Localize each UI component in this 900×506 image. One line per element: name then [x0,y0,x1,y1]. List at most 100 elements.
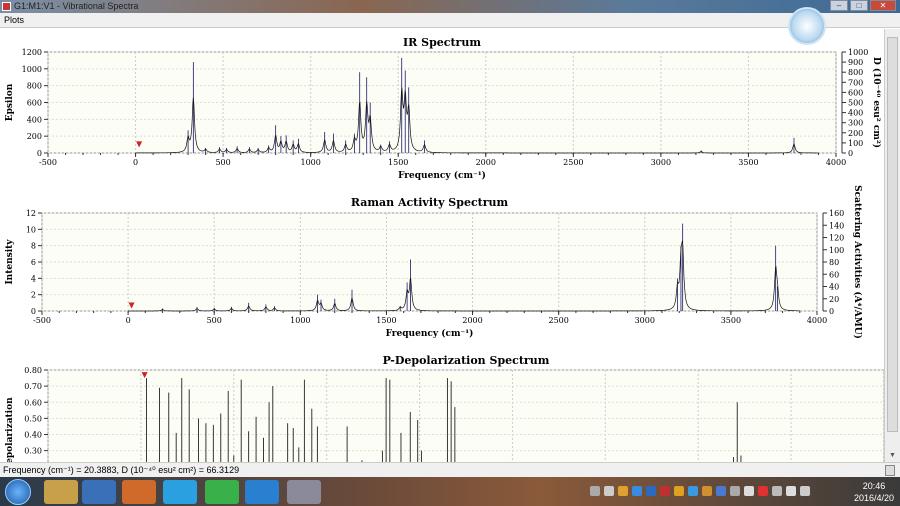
raman-xlabel: Frequency (cm⁻¹) [386,328,474,339]
raman-y2tick-label: 0 [829,307,834,316]
raman-xtick-label: -500 [33,316,51,325]
ir-y2tick-label: 300 [848,119,863,128]
scrollbar-thumb[interactable] [887,37,898,432]
menu-bar: Plots [0,13,900,28]
taskbar-app-icon[interactable] [245,480,279,504]
ir-xtick-label: 1500 [388,158,408,167]
clock-date: 2016/4/20 [853,493,894,503]
raman-ytick-label: 8 [31,242,36,251]
ir-y2tick-label: 200 [848,129,863,138]
ir-xtick-label: 1000 [300,158,320,167]
taskbar-media-icon[interactable] [122,480,156,504]
start-button[interactable] [5,479,31,505]
raman-y2tick-label: 140 [829,221,844,230]
vertical-scrollbar[interactable]: ▼ [884,29,900,462]
ir-ytick-label: 1200 [22,48,42,57]
raman-y2label: Scattering Activities (A⁴/AMU) [852,185,863,339]
raman-y2tick-label: 20 [829,295,839,304]
ir-ylabel: Epsilon [5,83,15,121]
ir-xtick-label: 3000 [651,158,671,167]
ir-title: IR Spectrum [403,36,481,49]
ir-y2label: D (10⁻⁴⁰ esu² cm²) [871,57,882,148]
raman-y2tick-label: 160 [829,209,844,218]
depol-ylabel: Depolarization [5,397,15,462]
raman-xtick-label: 1000 [290,316,310,325]
close-button[interactable]: ✕ [870,0,896,11]
raman-xtick-label: 500 [207,316,222,325]
spectra-area: IR Spectrum 0 200 400 600 800 1000 1200 0 100 200 3… [0,29,885,500]
raman-y2tick-label: 100 [829,246,844,255]
depol-ytick-label: 0.50 [24,414,42,423]
ir-xtick-label: 4000 [826,158,846,167]
ir-xtick-label: -500 [39,158,57,167]
app-icon [2,2,11,11]
ir-xtick-label: 3500 [738,158,758,167]
bird-logo-icon [788,7,826,45]
depol-ytick-label: 0.70 [24,382,42,391]
raman-ytick-label: 6 [31,258,36,267]
taskbar-ie-icon[interactable] [82,480,116,504]
depol-chart: P-Depolarization Spectrum0.200.300.400.5… [5,354,885,500]
system-tray [590,486,810,496]
ir-y2tick-label: 900 [848,58,863,67]
ir-ytick-label: 600 [27,99,42,108]
raman-chart: Raman Activity Spectrum02468101202040608… [5,185,863,339]
raman-xtick-label: 4000 [807,316,827,325]
ir-xtick-label: 2500 [563,158,583,167]
taskbar-cloud-icon[interactable] [163,480,197,504]
ir-y2tick-label: 700 [848,78,863,87]
raman-ytick-label: 2 [31,291,36,300]
raman-xtick-label: 2500 [548,316,568,325]
maximize-button[interactable]: □ [850,0,868,11]
depol-ytick-label: 0.30 [24,447,42,456]
raman-xtick-label: 3500 [721,316,741,325]
ir-chart: IR Spectrum02004006008001000120001002003… [5,36,882,181]
status-readout: Frequency (cm⁻¹) = 20.3883, D (10⁻⁴⁰ esu… [3,465,240,475]
ir-y2tick-label: 600 [848,88,863,97]
raman-y2tick-label: 40 [829,283,839,292]
depol-plot-area [47,369,885,500]
ir-ytick-label: 800 [27,82,42,91]
resize-grip-icon[interactable] [885,465,895,476]
ir-y2tick-label: 1000 [848,48,868,57]
raman-ytick-label: 10 [26,225,36,234]
ir-y2tick-label: 100 [848,139,863,148]
clock-time: 20:46 [862,481,886,491]
raman-ylabel: Intensity [5,239,15,285]
raman-ytick-label: 4 [31,274,36,283]
spectra-plots: IR Spectrum02004006008001000120001002003… [5,36,885,500]
scroll-down-arrow-icon[interactable]: ▼ [889,452,896,459]
raman-y2tick-label: 80 [829,258,839,267]
ir-y2tick-label: 500 [848,99,863,108]
window-title: G1:M1:V1 - Vibrational Spectra [14,1,139,11]
raman-ytick-label: 12 [26,209,36,218]
minimize-button[interactable]: – [830,0,848,11]
ir-y2tick-label: 0 [848,149,853,158]
taskbar: 20:46 2016/4/20 [0,477,900,506]
ir-y2tick-label: 400 [848,109,863,118]
taskbar-refresh-icon[interactable] [205,480,239,504]
taskbar-explorer-icon[interactable] [44,480,78,504]
raman-xtick-label: 2000 [462,316,482,325]
taskbar-gaussview-icon[interactable] [287,480,321,504]
ir-xtick-label: 2000 [476,158,496,167]
menu-plots[interactable]: Plots [4,15,24,25]
ir-ytick-label: 1000 [22,65,42,74]
ir-xlabel: Frequency (cm⁻¹) [398,170,486,181]
depol-ytick-label: 0.80 [24,366,42,375]
depol-title: P-Depolarization Spectrum [383,354,550,367]
clock[interactable]: 20:46 2016/4/20 [854,480,894,504]
ir-xtick-label: 500 [215,158,230,167]
status-bar: Frequency (cm⁻¹) = 20.3883, D (10⁻⁴⁰ esu… [0,462,900,477]
title-bar: G1:M1:V1 - Vibrational Spectra – □ ✕ [0,0,900,13]
raman-xtick-label: 1500 [376,316,396,325]
ir-ytick-label: 400 [27,115,42,124]
ir-ytick-label: 0 [37,149,42,158]
raman-y2tick-label: 60 [829,270,839,279]
raman-xtick-label: 3000 [635,316,655,325]
ir-ytick-label: 200 [27,132,42,141]
raman-xtick-label: 0 [126,316,131,325]
ir-y2tick-label: 800 [848,68,863,77]
depol-ytick-label: 0.60 [24,398,42,407]
depol-ytick-label: 0.40 [24,431,42,440]
